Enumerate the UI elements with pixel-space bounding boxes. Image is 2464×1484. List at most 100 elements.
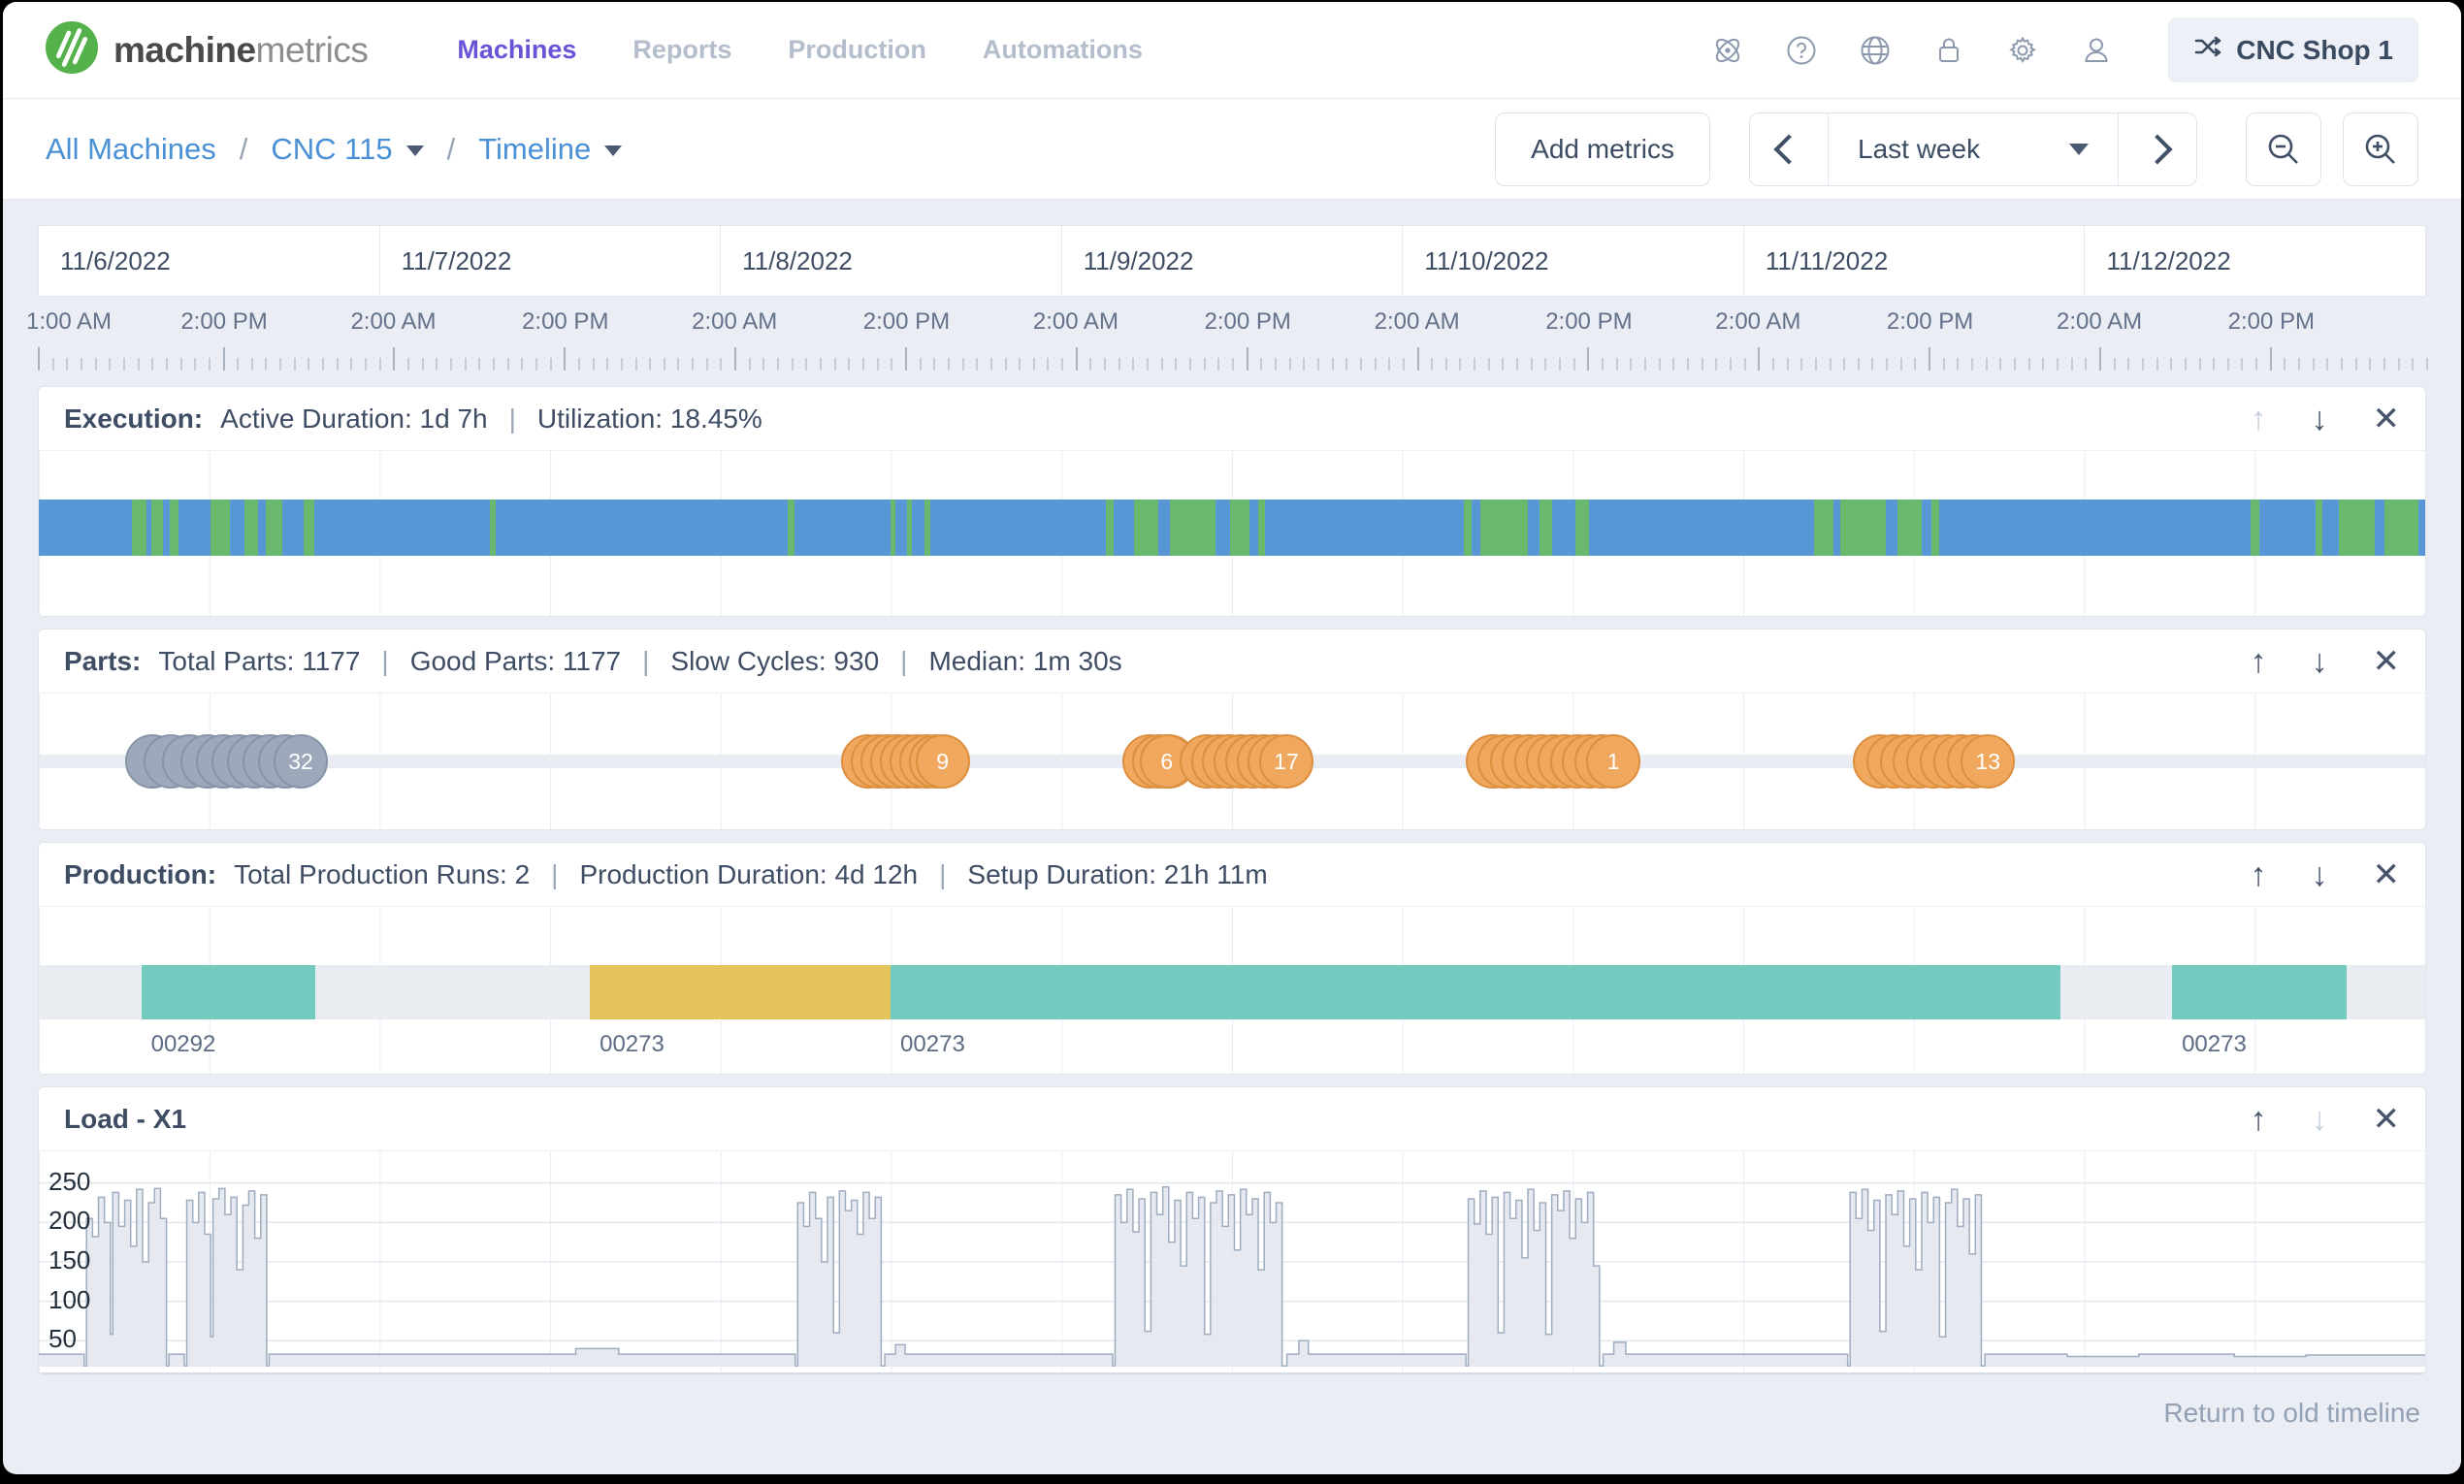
execution-active-segment[interactable] <box>1840 500 1886 556</box>
breadcrumb-view-select[interactable]: Timeline <box>478 132 622 167</box>
execution-active-segment[interactable] <box>151 500 163 556</box>
nav-link-machines[interactable]: Machines <box>457 35 576 65</box>
move-up-icon[interactable]: ↑ <box>2251 645 2267 678</box>
parts-count-badge[interactable]: 17 <box>1259 734 1313 789</box>
primary-nav: Machines Reports Production Automations <box>457 35 1143 65</box>
production-run-segment[interactable] <box>590 965 891 1019</box>
lock-icon[interactable] <box>1931 33 1966 68</box>
axis-tick <box>762 358 764 371</box>
execution-timeline-bar[interactable] <box>39 500 2425 556</box>
move-down-icon[interactable]: ↓ <box>2312 858 2328 891</box>
close-icon[interactable]: ✕ <box>2373 858 2401 891</box>
load-panel-header: Load - X1 ↑ ↓ ✕ <box>39 1087 2425 1151</box>
axis-tick <box>1702 358 1703 371</box>
axis-tick <box>2042 358 2044 371</box>
axis-tick <box>95 358 97 371</box>
globe-icon[interactable] <box>1858 33 1893 68</box>
execution-active-segment[interactable] <box>170 500 178 556</box>
execution-active-segment[interactable] <box>266 500 282 556</box>
toolbar: All Machines / CNC 115 / Timeline Add me… <box>3 99 2461 200</box>
user-icon[interactable] <box>2079 33 2114 68</box>
range-next-button[interactable] <box>2119 113 2196 185</box>
execution-active-segment[interactable] <box>244 500 259 556</box>
range-prev-button[interactable] <box>1750 113 1828 185</box>
axis-tick <box>1659 358 1661 371</box>
axis-tick <box>2057 358 2059 371</box>
axis-tick <box>1047 358 1049 371</box>
shop-selector-button[interactable]: CNC Shop 1 <box>2168 17 2418 82</box>
parts-count-badge[interactable]: 32 <box>274 734 328 789</box>
brand[interactable]: machinemetrics <box>46 21 368 79</box>
gear-icon[interactable] <box>2005 33 2040 68</box>
axis-tick <box>138 358 140 371</box>
parts-cluster[interactable]: 32 <box>196 734 327 789</box>
execution-active-segment[interactable] <box>132 500 146 556</box>
help-icon[interactable] <box>1784 33 1819 68</box>
parts-cluster[interactable]: 13 <box>1853 734 2015 789</box>
execution-active-segment[interactable] <box>2316 500 2322 556</box>
execution-active-segment[interactable] <box>1106 500 1115 556</box>
execution-active-segment[interactable] <box>907 500 912 556</box>
close-icon[interactable]: ✕ <box>2373 645 2401 678</box>
axis-tick <box>2298 358 2300 371</box>
execution-active-segment[interactable] <box>924 500 930 556</box>
execution-active-segment[interactable] <box>1464 500 1473 556</box>
execution-active-segment[interactable] <box>891 500 895 556</box>
axis-tick <box>891 358 892 371</box>
breadcrumb-all-machines[interactable]: All Machines <box>46 132 216 167</box>
parts-count-badge[interactable]: 1 <box>1586 734 1640 789</box>
atom-icon[interactable] <box>1710 33 1745 68</box>
execution-active-segment[interactable] <box>788 500 794 556</box>
axis-tick <box>593 358 595 371</box>
execution-active-segment[interactable] <box>1230 500 1250 556</box>
execution-active-segment[interactable] <box>1540 500 1551 556</box>
parts-cluster[interactable]: 17 <box>1180 734 1313 789</box>
nav-link-production[interactable]: Production <box>788 35 926 65</box>
time-axis-ruler[interactable] <box>38 343 2426 374</box>
execution-active-segment[interactable] <box>1931 500 1940 556</box>
close-icon[interactable]: ✕ <box>2373 1103 2401 1136</box>
execution-active-segment[interactable] <box>2251 500 2259 556</box>
chevron-left-icon <box>1773 134 1803 164</box>
production-run-segment[interactable] <box>891 965 2059 1019</box>
production-chart-area: 00292002730027300273 <box>39 907 2425 1074</box>
return-old-timeline-link[interactable]: Return to old timeline <box>2163 1398 2420 1429</box>
close-icon[interactable]: ✕ <box>2373 403 2401 436</box>
execution-active-segment[interactable] <box>1897 500 1922 556</box>
execution-active-segment[interactable] <box>211 500 230 556</box>
execution-active-segment[interactable] <box>2339 500 2375 556</box>
execution-active-segment[interactable] <box>1814 500 1833 556</box>
range-select[interactable]: Last week <box>1828 113 2119 185</box>
execution-active-segment[interactable] <box>1480 500 1528 556</box>
execution-active-segment[interactable] <box>1134 500 1158 556</box>
execution-active-segment[interactable] <box>1258 500 1265 556</box>
zoom-in-button[interactable] <box>2343 113 2418 186</box>
move-down-icon[interactable]: ↓ <box>2312 403 2328 436</box>
parts-count-badge[interactable]: 13 <box>1961 734 2015 789</box>
execution-active-segment[interactable] <box>304 500 314 556</box>
move-down-icon[interactable]: ↓ <box>2312 645 2328 678</box>
load-waveform <box>39 1151 2425 1372</box>
add-metrics-button[interactable]: Add metrics <box>1495 113 1710 186</box>
axis-tick <box>52 358 54 371</box>
execution-active-segment[interactable] <box>1575 500 1589 556</box>
parts-count-badge[interactable]: 9 <box>916 734 970 789</box>
parts-cluster[interactable]: 9 <box>841 734 970 789</box>
execution-active-segment[interactable] <box>490 500 496 556</box>
production-run-segment[interactable] <box>142 965 316 1019</box>
execution-active-segment[interactable] <box>2384 500 2417 556</box>
zoom-out-button[interactable] <box>2246 113 2321 186</box>
move-up-icon[interactable]: ↑ <box>2251 1103 2267 1136</box>
nav-link-reports[interactable]: Reports <box>632 35 731 65</box>
axis-tick <box>1573 358 1575 371</box>
execution-active-segment[interactable] <box>1170 500 1216 556</box>
axis-tick <box>1929 347 1930 371</box>
breadcrumb-machine-select[interactable]: CNC 115 <box>271 132 423 167</box>
move-up-icon[interactable]: ↑ <box>2251 858 2267 891</box>
axis-tick <box>1488 358 1490 371</box>
axis-tick <box>649 358 651 371</box>
load-y-axis-label: 250 <box>49 1167 90 1197</box>
parts-cluster[interactable]: 1 <box>1466 734 1640 789</box>
production-run-segment[interactable] <box>2172 965 2347 1019</box>
nav-link-automations[interactable]: Automations <box>983 35 1143 65</box>
